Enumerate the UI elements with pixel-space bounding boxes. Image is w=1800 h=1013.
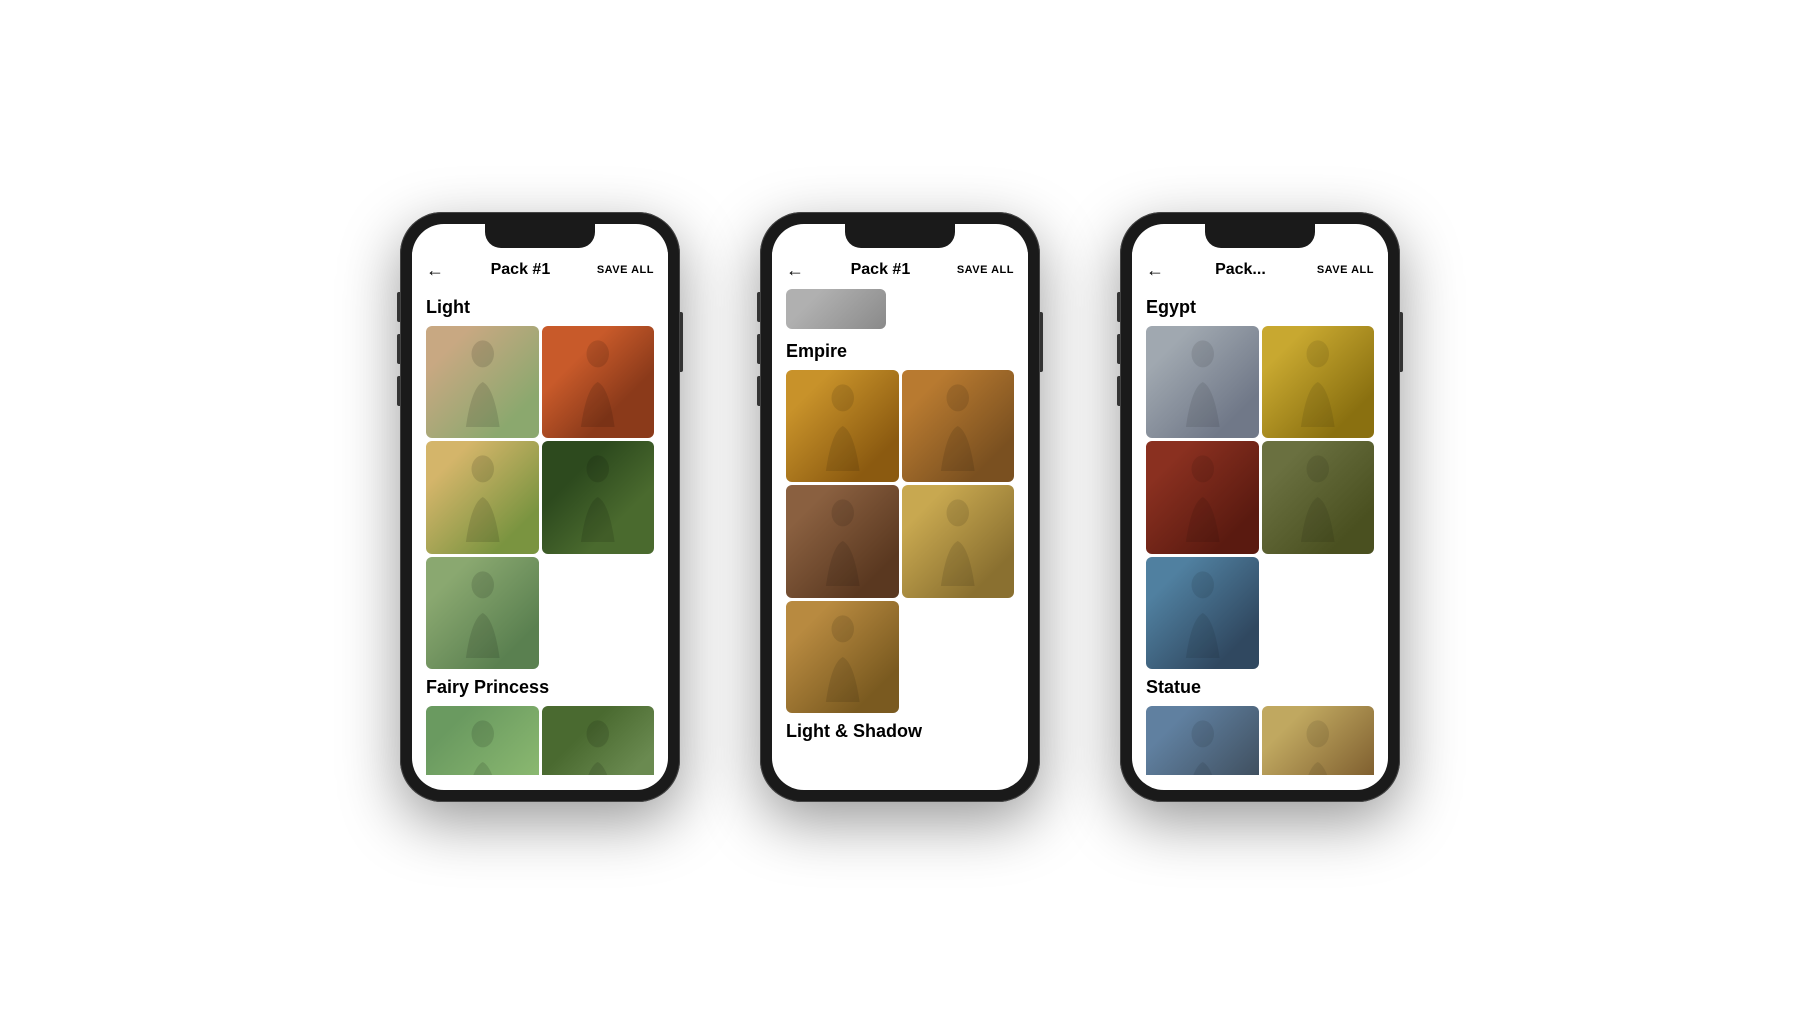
phone-2-section-lightandshadow: Light & Shadow bbox=[772, 713, 1028, 750]
list-item[interactable] bbox=[426, 706, 539, 775]
phone-2-wrapper: ← Pack #1 SAVE ALL Empire bbox=[760, 212, 1040, 802]
list-item[interactable] bbox=[786, 601, 899, 714]
image-light-1 bbox=[426, 326, 539, 439]
list-item[interactable] bbox=[1146, 557, 1259, 670]
image-egypt-2 bbox=[1262, 326, 1375, 439]
list-item[interactable] bbox=[902, 370, 1015, 483]
phone-1-fairy-grid bbox=[412, 706, 668, 775]
phone-2-save-all-button[interactable]: SAVE ALL bbox=[957, 264, 1014, 276]
phone-3-screen: ← Pack... SAVE ALL Egypt bbox=[1132, 224, 1388, 790]
phone-2-title: Pack #1 bbox=[851, 261, 911, 279]
phone-3-left-buttons bbox=[1117, 292, 1120, 406]
image-empire-4 bbox=[902, 485, 1015, 598]
image-light-5 bbox=[426, 557, 539, 670]
list-item[interactable] bbox=[786, 289, 886, 329]
phone-2-screen: ← Pack #1 SAVE ALL Empire bbox=[772, 224, 1028, 790]
phone-1-left-buttons bbox=[397, 292, 400, 406]
image-light-3 bbox=[426, 441, 539, 554]
list-item[interactable] bbox=[786, 370, 899, 483]
image-egypt-5 bbox=[1146, 557, 1259, 670]
phone-1-back-button[interactable]: ← bbox=[426, 260, 444, 281]
phone-3-section-statue: Statue bbox=[1132, 669, 1388, 706]
phone-3-wrapper: ← Pack... SAVE ALL Egypt bbox=[1120, 212, 1400, 802]
phone-2-back-button[interactable]: ← bbox=[786, 260, 804, 281]
list-item[interactable] bbox=[426, 557, 539, 670]
phone-1-screen: ← Pack #1 SAVE ALL Light bbox=[412, 224, 668, 790]
phone-3-scroll: Egypt bbox=[1132, 289, 1388, 775]
phone-3-header: ← Pack... SAVE ALL bbox=[1132, 252, 1388, 289]
list-item[interactable] bbox=[1262, 326, 1375, 439]
image-light-2 bbox=[542, 326, 655, 439]
image-empire-5 bbox=[786, 601, 899, 714]
image-light-4 bbox=[542, 441, 655, 554]
list-item[interactable] bbox=[1262, 706, 1375, 775]
phone-3-content: ← Pack... SAVE ALL Egypt bbox=[1132, 224, 1388, 790]
phone-3-egypt-single-row bbox=[1132, 554, 1388, 670]
list-item[interactable] bbox=[1146, 326, 1259, 439]
list-item[interactable] bbox=[1262, 441, 1375, 554]
phone-2-empire-grid bbox=[772, 370, 1028, 598]
image-empire-3 bbox=[786, 485, 899, 598]
list-item[interactable] bbox=[786, 485, 899, 598]
phone-2-section-empire: Empire bbox=[772, 333, 1028, 370]
image-egypt-3 bbox=[1146, 441, 1259, 554]
phone-3-section-egypt: Egypt bbox=[1132, 289, 1388, 326]
phone-2-header: ← Pack #1 SAVE ALL bbox=[772, 252, 1028, 289]
phone-2-scroll: Empire bbox=[772, 289, 1028, 775]
phone-1-section-fairy: Fairy Princess bbox=[412, 669, 668, 706]
phone-1-section-light: Light bbox=[412, 289, 668, 326]
phone-1-title: Pack #1 bbox=[491, 261, 551, 279]
list-item[interactable] bbox=[902, 485, 1015, 598]
phone-3-title: Pack... bbox=[1215, 261, 1266, 279]
phone-1-wrapper: ← Pack #1 SAVE ALL Light bbox=[400, 212, 680, 802]
list-item[interactable] bbox=[542, 706, 655, 775]
list-item[interactable] bbox=[1146, 706, 1259, 775]
list-item[interactable] bbox=[542, 326, 655, 439]
phone-1-light-grid bbox=[412, 326, 668, 554]
phone-2: ← Pack #1 SAVE ALL Empire bbox=[760, 212, 1040, 802]
phone-1: ← Pack #1 SAVE ALL Light bbox=[400, 212, 680, 802]
image-statue-1 bbox=[1146, 706, 1259, 775]
image-top-partial bbox=[786, 289, 886, 329]
phone-2-top-image-row bbox=[772, 289, 1028, 333]
phone-1-light-single-row bbox=[412, 554, 668, 670]
phone-2-content: ← Pack #1 SAVE ALL Empire bbox=[772, 224, 1028, 790]
list-item[interactable] bbox=[426, 441, 539, 554]
phone-1-content: ← Pack #1 SAVE ALL Light bbox=[412, 224, 668, 790]
image-empire-2 bbox=[902, 370, 1015, 483]
image-fairy-2 bbox=[542, 706, 655, 775]
image-empire-1 bbox=[786, 370, 899, 483]
phone-2-empire-single-row bbox=[772, 598, 1028, 714]
image-statue-2 bbox=[1262, 706, 1375, 775]
list-item[interactable] bbox=[426, 326, 539, 439]
list-item[interactable] bbox=[1146, 441, 1259, 554]
phone-3-save-all-button[interactable]: SAVE ALL bbox=[1317, 264, 1374, 276]
image-egypt-1 bbox=[1146, 326, 1259, 439]
phone-1-save-all-button[interactable]: SAVE ALL bbox=[597, 264, 654, 276]
image-egypt-4 bbox=[1262, 441, 1375, 554]
phone-1-scroll: Light bbox=[412, 289, 668, 775]
image-fairy-1 bbox=[426, 706, 539, 775]
list-item[interactable] bbox=[542, 441, 655, 554]
phone-3-egypt-grid bbox=[1132, 326, 1388, 554]
phone-2-left-buttons bbox=[757, 292, 760, 406]
phone-3-back-button[interactable]: ← bbox=[1146, 260, 1164, 281]
phone-1-header: ← Pack #1 SAVE ALL bbox=[412, 252, 668, 289]
phone-3: ← Pack... SAVE ALL Egypt bbox=[1120, 212, 1400, 802]
phone-3-statue-grid bbox=[1132, 706, 1388, 775]
